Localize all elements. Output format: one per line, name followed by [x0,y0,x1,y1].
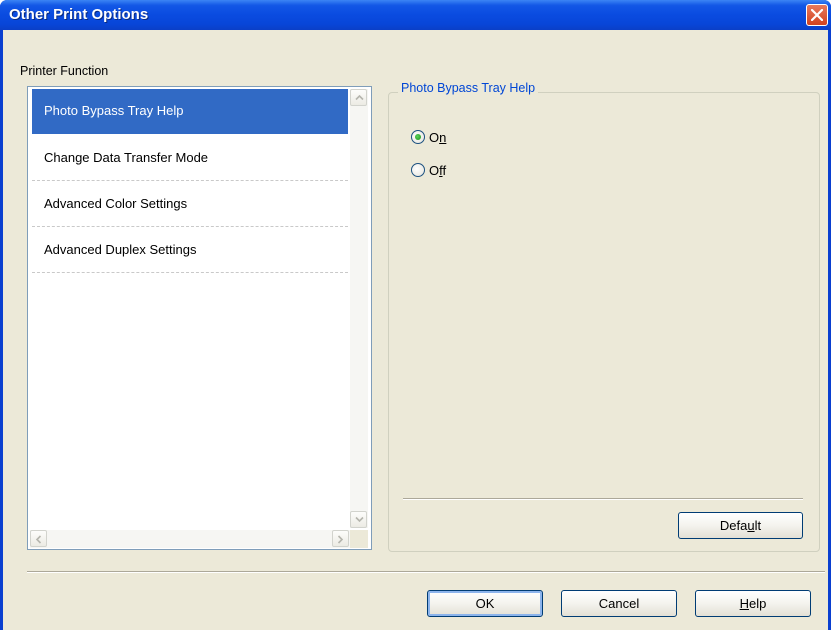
scroll-right-button[interactable] [332,530,349,547]
radio-off[interactable]: Off [411,161,446,179]
help-button[interactable]: Help [695,590,811,617]
printer-function-label: Printer Function [20,64,109,78]
scroll-up-button[interactable] [350,89,367,106]
dialog-client-area: Printer Function Photo Bypass Tray Help … [3,30,828,630]
cancel-button[interactable]: Cancel [561,590,677,617]
chevron-up-icon [355,94,364,101]
chevron-left-icon [35,535,42,544]
radio-button-off[interactable] [411,163,425,177]
chevron-right-icon [337,535,344,544]
list-item-label: Advanced Duplex Settings [44,242,197,257]
list-item-change-data-transfer-mode[interactable]: Change Data Transfer Mode [32,136,348,181]
dialog-window: Other Print Options Printer Function Pho… [0,0,831,630]
default-button[interactable]: Defa u lt [678,512,803,539]
scrollbar-corner [350,530,368,548]
title-bar[interactable]: Other Print Options [0,0,831,30]
vertical-scrollbar[interactable] [350,89,368,528]
list-item-label: Advanced Color Settings [44,196,188,211]
list-item-label: Photo Bypass Tray Help [44,103,184,118]
list-item-photo-bypass-tray-help[interactable]: Photo Bypass Tray Help [32,89,348,134]
radio-on[interactable]: On [411,128,446,146]
radio-button-on[interactable] [411,130,425,144]
window-title: Other Print Options [9,6,149,23]
ok-button[interactable]: OK [427,590,543,617]
scroll-down-button[interactable] [350,511,367,528]
scroll-left-button[interactable] [30,530,47,547]
settings-group-box [388,92,820,552]
radio-selected-dot [415,134,421,140]
chevron-down-icon [355,516,364,523]
radio-off-label: Off [429,162,447,178]
close-button[interactable] [806,4,828,26]
printer-function-list[interactable]: Photo Bypass Tray Help Change Data Trans… [27,86,372,550]
horizontal-scrollbar[interactable] [30,530,350,548]
list-item-advanced-color-settings[interactable]: Advanced Color Settings [32,182,348,227]
close-icon [811,9,823,21]
list-item-advanced-duplex-settings[interactable]: Advanced Duplex Settings [32,228,348,273]
radio-on-label: On [429,129,447,145]
settings-group-title: Photo Bypass Tray Help [398,81,539,95]
settings-separator [403,498,803,500]
list-item-label: Change Data Transfer Mode [44,150,209,165]
footer-separator [27,571,825,573]
